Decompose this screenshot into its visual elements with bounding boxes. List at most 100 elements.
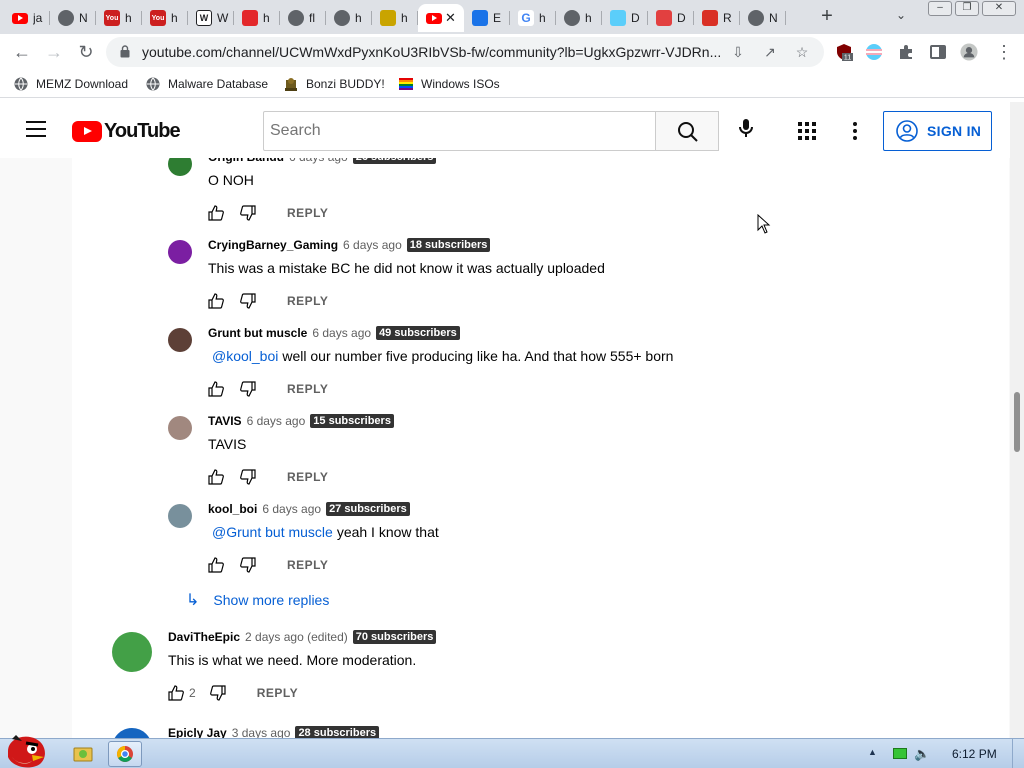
youtube-logo[interactable]: YouTube	[72, 120, 181, 143]
browser-tab[interactable]: You h	[96, 4, 142, 32]
hamburger-menu-icon[interactable]	[26, 121, 46, 139]
comment-author[interactable]: CryingBarney_Gaming	[208, 238, 338, 252]
bookmark-star-icon[interactable]: ☆	[794, 44, 810, 60]
like-icon[interactable]	[208, 381, 224, 397]
browser-tab[interactable]: h	[234, 4, 280, 32]
browser-tab[interactable]: WW	[188, 4, 234, 32]
browser-tab[interactable]: E	[464, 4, 510, 32]
reload-button[interactable]: ↻	[74, 40, 98, 64]
tray-overflow-icon[interactable]: ▲	[868, 747, 877, 757]
avatar[interactable]	[112, 632, 152, 672]
browser-tab[interactable]: N	[740, 4, 786, 32]
trans-flag-extension-icon[interactable]	[865, 43, 883, 61]
reply-button[interactable]: REPLY	[287, 294, 328, 308]
mention-link[interactable]: @kool_boi	[212, 348, 278, 364]
browser-tab[interactable]: ja	[4, 4, 50, 32]
chrome-menu-icon[interactable]: ⋮	[992, 40, 1016, 64]
dislike-icon[interactable]	[240, 469, 256, 485]
more-options-icon[interactable]	[852, 121, 858, 141]
browser-tab[interactable]: N	[50, 4, 96, 32]
install-icon[interactable]: ⇩	[730, 44, 746, 60]
reply-button[interactable]: REPLY	[287, 206, 328, 220]
taskbar-chrome[interactable]	[108, 741, 142, 767]
comment-author[interactable]: DaviTheEpic	[168, 630, 240, 644]
sign-in-button[interactable]: SIGN IN	[883, 111, 992, 151]
reply-button[interactable]: REPLY	[287, 558, 328, 572]
comment-author[interactable]: TAVIS	[208, 414, 242, 428]
comment-timestamp[interactable]: 6 days ago	[262, 502, 321, 516]
reply-button[interactable]: REPLY	[287, 382, 328, 396]
like-icon[interactable]	[208, 293, 224, 309]
comment-author[interactable]: kool_boi	[208, 502, 257, 516]
browser-tab[interactable]: fl	[280, 4, 326, 32]
browser-tab[interactable]: h	[326, 4, 372, 32]
close-tab-icon[interactable]: ✕	[445, 10, 456, 26]
like-icon[interactable]	[168, 685, 184, 701]
avatar[interactable]	[168, 504, 192, 528]
comment-timestamp[interactable]: 3 days ago	[232, 726, 291, 738]
scrollbar-thumb[interactable]	[1014, 392, 1020, 452]
comment-author[interactable]: Grunt but muscle	[208, 326, 307, 340]
profile-avatar-icon[interactable]	[960, 43, 978, 61]
bookmark-malware-database[interactable]: Malware Database	[146, 75, 268, 93]
avatar[interactable]	[168, 240, 192, 264]
bookmark-memz[interactable]: MEMZ Download	[14, 75, 128, 93]
taskbar-file-explorer[interactable]	[66, 741, 100, 767]
restore-button[interactable]: ❐	[955, 1, 979, 16]
start-button-angry-bird-icon[interactable]	[2, 731, 54, 768]
like-icon[interactable]	[208, 205, 224, 221]
avatar[interactable]	[112, 728, 152, 738]
show-desktop-button[interactable]	[1012, 739, 1024, 768]
network-status-icon[interactable]	[893, 748, 907, 759]
like-icon[interactable]	[208, 469, 224, 485]
minimize-button[interactable]: –	[928, 1, 952, 16]
avatar[interactable]	[168, 416, 192, 440]
page-scrollbar[interactable]	[1010, 102, 1024, 738]
new-tab-button[interactable]: +	[816, 6, 838, 28]
side-panel-icon[interactable]	[929, 43, 947, 61]
mention-link[interactable]: @Grunt but muscle	[212, 524, 333, 540]
browser-tab[interactable]: D	[648, 4, 694, 32]
comment-timestamp[interactable]: 6 days ago	[343, 238, 402, 252]
comment-author[interactable]: Epicly Jay	[168, 726, 227, 738]
browser-tab[interactable]: Gh	[510, 4, 556, 32]
comment-author[interactable]: Origin Bandu	[208, 158, 284, 164]
ublock-extension-icon[interactable]: 11	[835, 43, 853, 61]
back-button[interactable]: ←	[10, 40, 34, 64]
bookmark-bonzi-buddy[interactable]: Bonzi BUDDY!	[284, 75, 385, 93]
address-bar[interactable]: youtube.com/channel/UCWmWxdPyxnKoU3RIbVS…	[106, 37, 824, 67]
browser-tab[interactable]: You h	[142, 4, 188, 32]
dislike-icon[interactable]	[209, 685, 226, 701]
search-input[interactable]	[263, 111, 656, 151]
browser-tab[interactable]: h	[556, 4, 602, 32]
comment-timestamp[interactable]: 6 days ago	[289, 158, 348, 164]
dislike-icon[interactable]	[240, 205, 256, 221]
community-post-page[interactable]: Origin Bandu 6 days ago 26 subscribers O NO…	[0, 158, 1010, 738]
browser-tab[interactable]: h	[372, 4, 418, 32]
show-more-replies-button[interactable]: ↳ Show more replies	[186, 590, 329, 610]
comment-timestamp[interactable]: 6 days ago	[312, 326, 371, 340]
browser-tab[interactable]: R	[694, 4, 740, 32]
bookmark-windows-isos[interactable]: Windows ISOs	[399, 75, 500, 93]
comment-timestamp[interactable]: 6 days ago	[247, 414, 306, 428]
avatar[interactable]	[168, 328, 192, 352]
forward-button[interactable]: →	[42, 40, 66, 64]
like-icon[interactable]	[208, 557, 224, 573]
avatar[interactable]	[168, 158, 192, 176]
volume-icon[interactable]: 🔈	[914, 746, 930, 762]
dislike-icon[interactable]	[240, 557, 256, 573]
reply-button[interactable]: REPLY	[287, 470, 328, 484]
extensions-puzzle-icon[interactable]	[897, 43, 915, 61]
tab-search-chevron-icon[interactable]: ⌄	[896, 8, 906, 22]
microphone-icon[interactable]	[734, 116, 758, 140]
dislike-icon[interactable]	[240, 293, 256, 309]
close-window-button[interactable]: ✕	[982, 1, 1016, 16]
lock-icon[interactable]	[120, 45, 130, 58]
apps-grid-icon[interactable]	[797, 121, 817, 141]
share-icon[interactable]: ↗	[762, 44, 778, 60]
url-text[interactable]: youtube.com/channel/UCWmWxdPyxnKoU3RIbVS…	[142, 44, 722, 60]
taskbar-clock[interactable]: 6:12 PM	[952, 747, 997, 761]
browser-tab[interactable]: D	[602, 4, 648, 32]
comment-timestamp[interactable]: 2 days ago (edited)	[245, 630, 348, 644]
browser-tab[interactable]: ✕	[418, 4, 464, 32]
